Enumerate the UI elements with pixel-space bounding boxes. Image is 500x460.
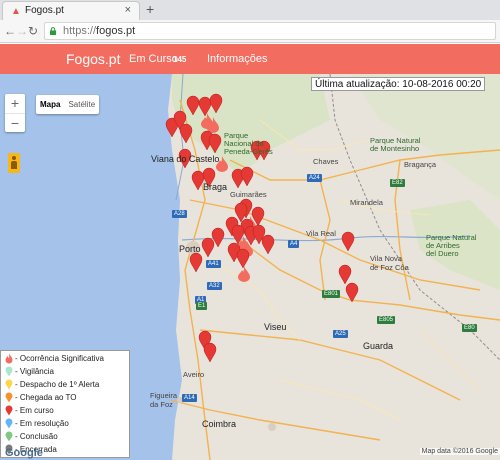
label-porto: Porto xyxy=(179,244,201,254)
legend-item-label: - Em curso xyxy=(15,406,54,415)
zoom-control: + − xyxy=(5,94,25,132)
lock-icon xyxy=(50,27,56,35)
pin-icon xyxy=(5,379,13,390)
pin-icon xyxy=(5,431,13,442)
last-update-label: Última atualização: 10-08-2016 00:20 xyxy=(311,77,486,91)
zoom-in-button[interactable]: + xyxy=(5,94,25,113)
legend-item-label: - Despacho de 1º Alerta xyxy=(15,380,100,389)
road-shield: E801 xyxy=(322,290,341,298)
label-vila-nova-foz-coa: Vila Nova de Foz Côa xyxy=(370,254,409,272)
pin-icon xyxy=(5,366,13,377)
legend-item-label: - Conclusão xyxy=(15,432,58,441)
back-button[interactable]: ← xyxy=(4,23,16,39)
label-braga: Braga xyxy=(203,182,228,192)
map-type-satellite-button[interactable]: Satélite xyxy=(64,95,99,114)
road-shield: A32 xyxy=(207,282,222,290)
label-viana: Viana do Castelo xyxy=(151,154,220,164)
legend-item: - Ocorrência Significativa xyxy=(4,353,104,364)
legend-item: - Em resolução xyxy=(4,418,69,429)
nav-informacoes[interactable]: Informações xyxy=(207,53,268,65)
map-legend: - Ocorrência Significativa - Vigilância - … xyxy=(0,350,130,458)
label-guarda: Guarda xyxy=(363,341,394,351)
pin-icon xyxy=(5,418,13,429)
pin-icon xyxy=(5,405,13,416)
legend-item-label: - Ocorrência Significativa xyxy=(15,354,104,363)
label-montesinho: Parque Natural de Montesinho xyxy=(370,136,421,153)
reload-button[interactable]: ↻ xyxy=(28,23,38,39)
brand-logo[interactable]: Fogos.pt xyxy=(66,51,120,67)
label-mirandela: Mirandela xyxy=(350,198,383,207)
road-shield: E82 xyxy=(390,179,405,187)
label-coimbra: Coimbra xyxy=(202,419,237,429)
pin-icon xyxy=(5,392,13,403)
legend-item: - Chegada ao TO xyxy=(4,392,77,403)
site-header: Fogos.pt Em Curso 145 Informações xyxy=(0,44,500,74)
em-curso-count-badge: 145 xyxy=(173,55,187,64)
label-figueira: Figueira da Foz xyxy=(150,391,178,409)
label-arribes: Parque Natural de Arribes del Duero xyxy=(426,233,477,258)
flame-icon xyxy=(5,353,13,364)
road-shield: E80 xyxy=(462,324,477,332)
label-vila-real: Vila Real xyxy=(306,229,336,238)
road-shield: A24 xyxy=(307,174,322,182)
legend-item-label: - Chegada ao TO xyxy=(15,393,77,402)
label-braganca: Bragança xyxy=(404,160,437,169)
label-aveiro: Aveiro xyxy=(183,370,205,379)
new-tab-button[interactable]: + xyxy=(146,2,154,16)
zoom-out-button[interactable]: − xyxy=(5,113,25,132)
close-tab-icon[interactable]: × xyxy=(125,4,131,16)
label-guimaraes: Guimarães xyxy=(230,190,267,199)
map-attribution[interactable]: Map data ©2016 Google xyxy=(419,448,500,455)
flame-favicon-icon: ▲ xyxy=(11,6,21,17)
road-shield: E1 xyxy=(196,302,208,310)
legend-item-label: - Vigilância xyxy=(15,367,54,376)
road-shield: E805 xyxy=(377,316,396,324)
map-type-map-button[interactable]: Mapa xyxy=(36,95,64,114)
browser-toolbar: ← → ↻ https://fogos.pt xyxy=(0,20,500,43)
url-text: https://fogos.pt xyxy=(63,25,136,37)
legend-item: - Despacho de 1º Alerta xyxy=(4,379,99,390)
address-bar[interactable]: https://fogos.pt xyxy=(44,22,496,40)
google-logo: Google xyxy=(5,447,43,459)
street-view-pegman-icon[interactable] xyxy=(8,153,20,173)
legend-item-label: - Em resolução xyxy=(15,419,69,428)
browser-tab[interactable]: ▲ Fogos.pt × xyxy=(2,1,140,20)
road-shield: A28 xyxy=(172,210,187,218)
label-viseu: Viseu xyxy=(264,322,287,332)
label-peneda-geres: Parque Nacional da Peneda-Gerês xyxy=(224,131,273,156)
browser-tab-strip: ▲ Fogos.pt × + xyxy=(0,0,500,20)
nav-em-curso[interactable]: Em Curso xyxy=(129,53,178,65)
road-shield: A14 xyxy=(182,394,197,402)
tab-title: Fogos.pt xyxy=(25,5,64,16)
label-chaves: Chaves xyxy=(313,157,339,166)
road-shield: A25 xyxy=(333,330,348,338)
legend-item: - Em curso xyxy=(4,405,54,416)
road-shield: A4 xyxy=(288,240,300,248)
legend-item: - Conclusão xyxy=(4,431,58,442)
map-type-control: Mapa Satélite xyxy=(36,95,100,114)
forward-button[interactable]: → xyxy=(16,23,28,39)
legend-item: - Vigilância xyxy=(4,366,54,377)
road-shield: A41 xyxy=(206,260,221,268)
